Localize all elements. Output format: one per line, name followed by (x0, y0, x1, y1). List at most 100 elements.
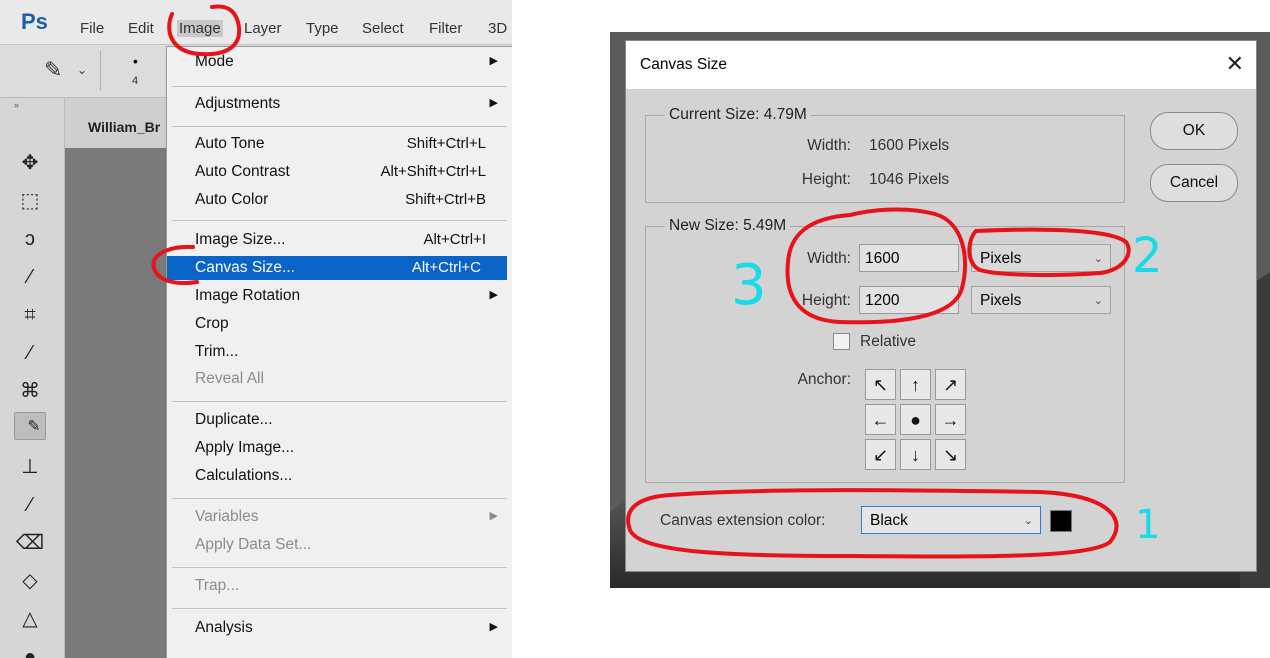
eraser-tool-icon[interactable]: ⌫ (14, 528, 46, 558)
lasso-tool-icon[interactable]: ↄ (14, 224, 46, 254)
cancel-button[interactable]: Cancel (1150, 164, 1238, 202)
crop-tool-icon[interactable]: ⌗ (14, 300, 46, 330)
menu-filter[interactable]: Filter (429, 20, 462, 37)
annotation-number-3: 3 (731, 253, 767, 318)
anchor-bottom-left-icon[interactable]: ↙ (865, 439, 896, 470)
anchor-top-right-icon[interactable]: ↗ (935, 369, 966, 400)
menu-layer[interactable]: Layer (244, 20, 282, 37)
relative-checkbox[interactable] (833, 333, 850, 350)
menu-edit[interactable]: Edit (128, 20, 154, 37)
menu-separator (172, 401, 507, 402)
menu-item-label: Crop (195, 315, 229, 332)
menu-select[interactable]: Select (362, 20, 404, 37)
menu-item-label: Auto Tone (195, 135, 265, 152)
menu-item-canvas-size[interactable]: Canvas Size... Alt+Ctrl+C (167, 256, 507, 280)
anchor-right-icon[interactable]: → (935, 404, 966, 435)
anchor-grid: ↖ ↑ ↗ ← ● → ↙ ↓ ↘ (865, 369, 967, 471)
marquee-tool-icon[interactable]: ⬚ (14, 186, 46, 216)
dodge-tool-icon[interactable]: ● (14, 642, 46, 658)
submenu-arrow-icon: ▶ (489, 510, 498, 522)
menu-item-label: Trim... (195, 343, 239, 360)
stamp-tool-icon[interactable]: ⊥ (14, 452, 46, 482)
menu-item-shortcut: Alt+Ctrl+C (411, 259, 481, 276)
anchor-left-icon[interactable]: ← (865, 404, 896, 435)
chevron-down-icon[interactable]: ⌄ (77, 63, 87, 77)
menu-item-auto-contrast[interactable]: Auto Contrast Alt+Shift+Ctrl+L (167, 160, 512, 184)
menu-item-image-rotation[interactable]: Image Rotation ▶ (167, 284, 512, 308)
menu-item-auto-color[interactable]: Auto Color Shift+Ctrl+B (167, 188, 512, 212)
blur-tool-icon[interactable]: △ (14, 604, 46, 634)
height-input[interactable]: 1200 (859, 286, 959, 314)
menu-image[interactable]: Image (177, 20, 223, 37)
brush-size-value[interactable]: 4 (132, 75, 138, 87)
width-unit-select[interactable]: Pixels ⌄ (971, 244, 1111, 272)
magic-wand-tool-icon[interactable]: ⁄ (14, 262, 46, 292)
submenu-arrow-icon: ▶ (489, 55, 498, 67)
menu-file[interactable]: File (80, 20, 104, 37)
menu-separator (172, 220, 507, 221)
dialog-title-bar: Canvas Size ✕ (626, 41, 1256, 89)
menu-type[interactable]: Type (306, 20, 339, 37)
anchor-bottom-icon[interactable]: ↓ (900, 439, 931, 470)
menu-item-label: Apply Image... (195, 439, 295, 456)
divider (100, 51, 101, 91)
eyedropper-tool-icon[interactable]: ⁄ (14, 338, 46, 368)
menu-item-label: Variables (195, 508, 259, 525)
menu-item-label: Image Size... (195, 231, 286, 248)
menu-item-analysis[interactable]: Analysis ▶ (167, 616, 512, 640)
height-unit-select[interactable]: Pixels ⌄ (971, 286, 1111, 314)
menu-item-adjustments[interactable]: Adjustments ▶ (167, 92, 512, 116)
brush-tool-icon[interactable]: ✎ (44, 57, 62, 83)
image-menu: Mode ▶ Adjustments ▶ Auto Tone Shift+Ctrl+L Au… (166, 46, 512, 658)
move-tool-icon[interactable]: ✥ (14, 148, 46, 178)
menu-item-image-size[interactable]: Image Size... Alt+Ctrl+I (167, 228, 512, 252)
menu-item-trap: Trap... (167, 574, 512, 598)
menu-item-label: Apply Data Set... (195, 536, 312, 553)
paint-bucket-tool-icon[interactable]: ◇ (14, 566, 46, 596)
close-icon[interactable]: ✕ (1226, 51, 1244, 77)
width-input[interactable]: 1600 (859, 244, 959, 272)
extension-color-label: Canvas extension color: (660, 512, 826, 529)
menu-item-mode[interactable]: Mode ▶ (167, 50, 512, 74)
document-tab[interactable]: William_Br (88, 119, 160, 135)
menu-item-duplicate[interactable]: Duplicate... (167, 408, 512, 432)
menu-item-label: Duplicate... (195, 411, 273, 428)
annotation-number-1: 1 (1135, 502, 1161, 548)
menu-separator (172, 608, 507, 609)
history-brush-tool-icon[interactable]: ⁄ (14, 490, 46, 520)
patch-tool-icon[interactable]: ⌘ (14, 376, 46, 406)
extension-color-value: Black (870, 512, 908, 529)
menu-item-auto-tone[interactable]: Auto Tone Shift+Ctrl+L (167, 132, 512, 156)
current-size-label: Current Size: 4.79M (665, 106, 811, 124)
brush-tool-icon[interactable]: ✎ (14, 412, 46, 440)
menu-item-crop[interactable]: Crop (167, 312, 512, 336)
menu-3d[interactable]: 3D (488, 20, 507, 37)
current-width-label: Width: (807, 137, 851, 154)
current-width-value: 1600 Pixels (869, 137, 950, 154)
menu-item-calculations[interactable]: Calculations... (167, 464, 512, 488)
menu-item-label: Auto Color (195, 191, 269, 208)
canvas-size-dialog: Canvas Size ✕ Current Size: 4.79M Width:… (625, 40, 1257, 572)
menu-item-label: Reveal All (195, 370, 264, 387)
chevron-down-icon: ⌄ (1023, 515, 1033, 527)
menu-item-shortcut: Shift+Ctrl+B (405, 191, 486, 208)
height-unit-value: Pixels (980, 292, 1022, 309)
anchor-top-icon[interactable]: ↑ (900, 369, 931, 400)
menu-item-apply-image[interactable]: Apply Image... (167, 436, 512, 460)
collapse-icon[interactable]: » (14, 100, 19, 110)
anchor-top-left-icon[interactable]: ↖ (865, 369, 896, 400)
chevron-down-icon: ⌄ (1093, 253, 1103, 265)
menu-separator (172, 86, 507, 87)
menu-bar: Ps File Edit Image Layer Type Select Fil… (0, 0, 512, 45)
anchor-center-icon[interactable]: ● (900, 404, 931, 435)
anchor-bottom-right-icon[interactable]: ↘ (935, 439, 966, 470)
menu-item-trim[interactable]: Trim... (167, 340, 512, 364)
menu-item-label: Adjustments (195, 95, 281, 112)
extension-color-swatch[interactable] (1050, 510, 1072, 532)
menu-item-label: Analysis (195, 619, 253, 636)
menu-item-shortcut: Alt+Ctrl+I (423, 231, 486, 248)
menu-item-label: Auto Contrast (195, 163, 290, 180)
ok-button[interactable]: OK (1150, 112, 1238, 150)
current-height-value: 1046 Pixels (869, 171, 950, 188)
extension-color-select[interactable]: Black ⌄ (861, 506, 1041, 534)
